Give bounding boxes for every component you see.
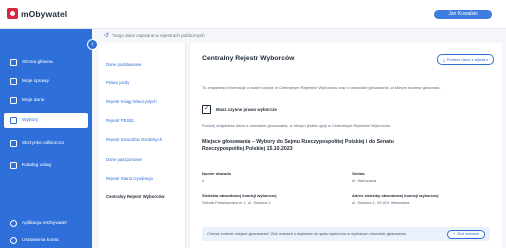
sidebar-item-label: Strona główna	[22, 60, 53, 65]
subnav-item[interactable]: Dane paszportowe	[106, 157, 142, 162]
sidebar-item-label: Katalog usług	[22, 163, 52, 168]
intro-text: Tu znajdziesz informacje o swoim wpisie …	[202, 85, 441, 90]
sidebar-collapse-button[interactable]: ‹	[87, 39, 98, 50]
home-icon	[10, 59, 17, 66]
logo-mark-icon	[7, 8, 18, 19]
registry-content: Centralny Rejestr Wyborców ⤓ Pobierz dan…	[190, 43, 502, 248]
district-value: 4	[202, 178, 205, 183]
subnav-item[interactable]: Dane podstawowe	[106, 62, 141, 67]
address-label: Adres siedziby obwodowej komisji wyborcz…	[352, 193, 439, 198]
page-title: Centralny Rejestr Wyborców	[202, 55, 295, 62]
sidebar-item-cases[interactable]: Moje sprawy	[4, 74, 88, 89]
subnav-item-active[interactable]: Centralny Rejestr Wyborców	[106, 194, 164, 199]
submit-request-button[interactable]: + Złóż wniosek	[446, 229, 485, 239]
sidebar-item-label: Ustawienia konta	[22, 238, 59, 243]
banner-text: Chcesz zmienić miejsce głosowania? Złóż …	[207, 232, 407, 236]
mail-icon	[10, 140, 17, 147]
sidebar-item-my-data[interactable]: Moje dane	[4, 93, 88, 108]
gear-icon	[10, 237, 17, 244]
sidebar-item-inbox[interactable]: Skrzynka odbiorcza	[4, 136, 88, 151]
download-data-label: Pobierz dane z rejestru	[446, 57, 488, 62]
checkbox-icon: ✓	[202, 105, 211, 114]
committee-label: Siedziba obwodowej komisji wyborczej	[202, 193, 277, 198]
sidebar-item-label: Moje dane	[22, 98, 45, 103]
sidebar-item-catalog[interactable]: Katalog usług	[4, 158, 88, 173]
commune-label: Gmina	[352, 171, 365, 176]
app-logo[interactable]: mObywatel	[7, 8, 67, 19]
sidebar-item-home[interactable]: Strona główna	[4, 55, 88, 70]
district-label: Numer obwodu	[202, 171, 232, 176]
ballot-icon	[10, 117, 17, 124]
account-button[interactable]: Jan Kowalski	[434, 10, 492, 19]
subnav-item[interactable]: Rejestr Ksiąg Wieczystych	[106, 99, 157, 104]
phone-icon	[10, 220, 17, 227]
sidebar-item-elections[interactable]: Wybory	[4, 113, 88, 128]
sidebar-item-label: Moje sprawy	[22, 79, 49, 84]
breadcrumb-text: Twoje dane zapisane w rejestrach publicz…	[112, 33, 205, 38]
address-value: ul. Szkolna 1, 00-001 Warszawa	[352, 200, 410, 205]
commune-value: m. Warszawa	[352, 178, 377, 183]
description-text: Poniżej znajdziesz dane o obwodzie głoso…	[202, 123, 391, 128]
change-location-banner: Chcesz zmienić miejsce głosowania? Złóż …	[202, 227, 490, 241]
election-title: Miejsce głosowania – Wybory do Sejmu Rze…	[202, 139, 394, 152]
voting-rights-notice: ✓ Masz czynne prawo wyborcze	[202, 105, 277, 114]
registry-subnav: Dane podstawowe Prawo jazdy Rejestr Ksią…	[99, 43, 186, 248]
logo-text: mObywatel	[21, 8, 68, 19]
main-area: ↺ Twoje dane zapisane w rejestrach publi…	[92, 29, 506, 248]
back-icon[interactable]: ↺	[104, 32, 109, 39]
subnav-item[interactable]: Rejestr Dowodów Osobistych	[106, 137, 162, 142]
submit-request-label: Złóż wniosek	[457, 232, 479, 236]
user-icon	[10, 97, 17, 104]
top-bar: mObywatel Jan Kowalski	[0, 0, 506, 29]
sidebar-item-label: Aplikacja mObywatel	[22, 221, 67, 226]
committee-value: Szkoła Podstawowa nr 1, ul. Szkolna 1	[202, 200, 271, 205]
folder-icon	[10, 78, 17, 85]
sidebar-item-label: Wybory	[22, 118, 39, 123]
breadcrumb: ↺ Twoje dane zapisane w rejestrach publi…	[104, 32, 205, 39]
sidebar: Strona główna Moje sprawy Moje dane Wybo…	[0, 29, 92, 248]
notice-text: Masz czynne prawo wyborcze	[216, 107, 277, 112]
plus-icon: +	[452, 232, 456, 236]
sidebar-item-label: Skrzynka odbiorcza	[22, 141, 64, 146]
sidebar-item-settings[interactable]: Ustawienia konta	[4, 233, 88, 248]
subnav-item[interactable]: Rejestr PESEL	[106, 118, 135, 123]
subnav-item[interactable]: Rejestr Stanu Cywilnego	[106, 176, 153, 181]
subnav-item[interactable]: Prawo jazdy	[106, 80, 129, 85]
sidebar-item-app[interactable]: Aplikacja mObywatel	[4, 216, 88, 231]
download-icon: ⤓	[443, 57, 445, 62]
grid-icon	[10, 162, 17, 169]
download-data-button[interactable]: ⤓ Pobierz dane z rejestru	[437, 54, 494, 65]
